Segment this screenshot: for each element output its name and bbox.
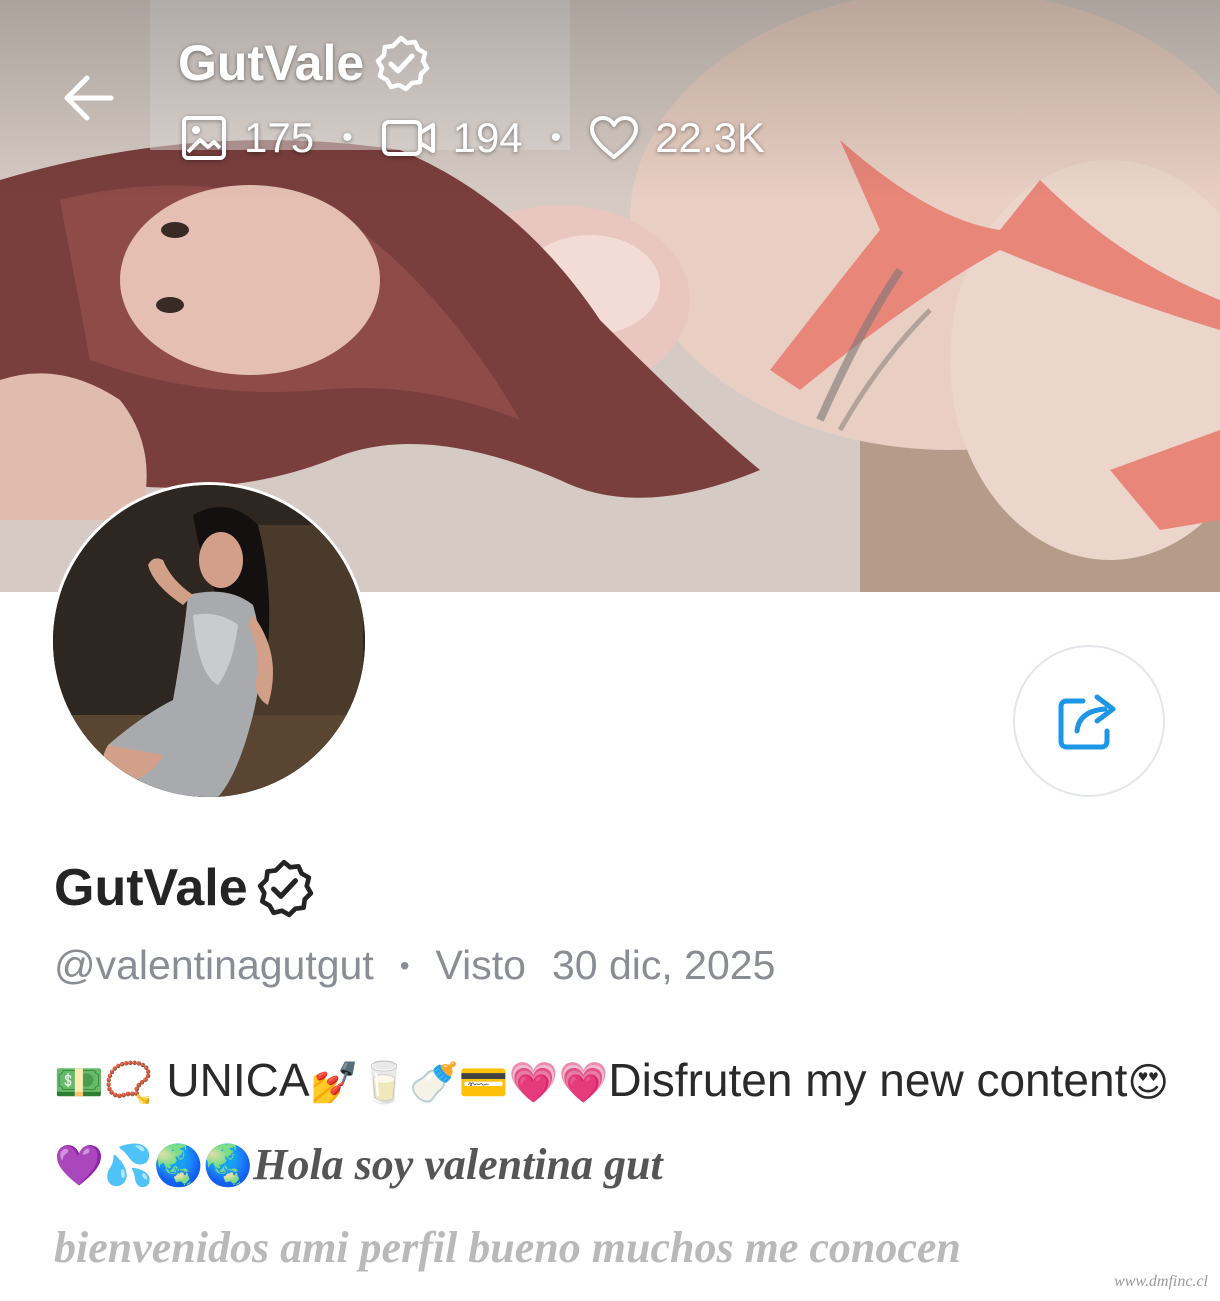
verified-badge-icon — [257, 859, 313, 918]
avatar-photo — [53, 485, 365, 797]
last-seen-label: Visto — [435, 942, 526, 988]
last-seen-date: 30 dic, 2025 — [551, 942, 776, 988]
video-camera-icon — [381, 120, 435, 156]
heart-icon — [590, 116, 639, 159]
back-button[interactable] — [52, 62, 124, 134]
likes-count: 22.3K — [655, 114, 765, 161]
cover-display-name: GutVale — [178, 35, 365, 91]
stat-separator: • — [550, 121, 562, 154]
stat-likes: 22.3K — [589, 114, 765, 162]
photos-count: 175 — [244, 114, 315, 161]
bio-fancy-2: bienvenidos ami perfil bueno muchos me c… — [54, 1223, 961, 1272]
avatar[interactable] — [50, 482, 368, 800]
cover-title: GutVale — [178, 28, 430, 98]
display-name: GutVale — [54, 859, 248, 917]
verified-badge-icon — [375, 35, 430, 92]
share-button[interactable] — [1013, 645, 1165, 797]
stat-photos: 175 — [180, 114, 314, 162]
bio-emoji-mid: 💅🥛🍼💳💗💗 — [309, 1060, 609, 1106]
bio-text-2: Disfruten my new content — [608, 1054, 1128, 1106]
bio-fancy-1: Hola soy valentina gut — [253, 1140, 663, 1189]
meta-separator: • — [399, 949, 410, 981]
arrow-left-icon — [64, 75, 114, 121]
bio-emoji-lead: 💵📿 — [54, 1060, 154, 1106]
profile-bio: 💵📿 UNICA💅🥛🍼💳💗💗Disfruten my new content😍💜… — [54, 1040, 1184, 1288]
username-handle[interactable]: @valentinagutgut — [54, 942, 374, 989]
stat-videos: 194 — [381, 114, 523, 162]
share-icon — [1058, 694, 1116, 750]
profile-meta: @valentinagutgut • Visto 30 dic, 2025 — [54, 942, 775, 989]
videos-count: 194 — [452, 114, 523, 161]
cover-stats: 175 • 194 • 22.3K — [180, 108, 765, 168]
profile-name-row: GutVale — [54, 858, 314, 918]
watermark: www.dmfinc.cl — [1114, 1273, 1208, 1290]
image-icon — [182, 116, 226, 160]
bio-text-1: UNICA — [153, 1054, 310, 1106]
stat-separator: • — [342, 121, 353, 154]
